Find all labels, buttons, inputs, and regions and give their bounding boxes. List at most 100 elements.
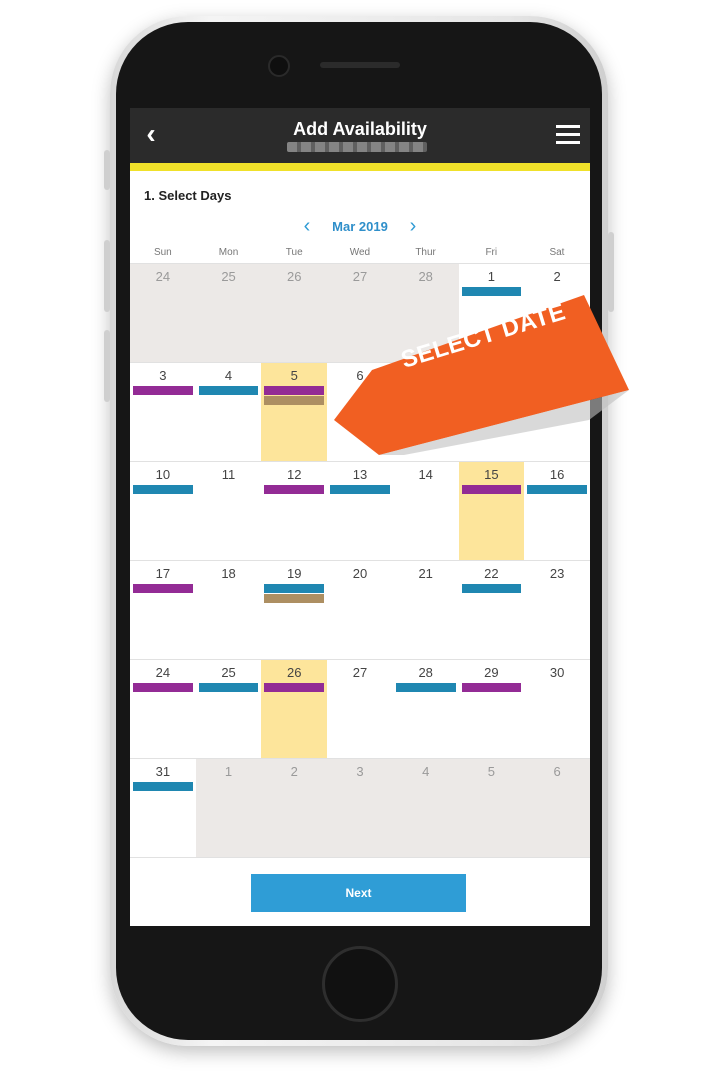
calendar-day-outside-month: 4	[392, 758, 459, 857]
page-title: Add Availability	[293, 119, 427, 139]
next-button[interactable]: Next	[251, 874, 466, 912]
day-number: 27	[352, 269, 368, 284]
day-number: 17	[155, 566, 171, 581]
calendar-day[interactable]: 17	[130, 560, 196, 659]
calendar-day-outside-month: 2	[261, 758, 328, 857]
day-number: 30	[549, 665, 565, 680]
day-number: 23	[549, 566, 565, 581]
day-number: 1	[487, 269, 496, 284]
month-navigation: ‹ Mar 2019 ›	[130, 216, 590, 238]
calendar-day[interactable]: 25	[195, 659, 262, 758]
day-number: 24	[155, 269, 171, 284]
hamburger-menu-icon[interactable]	[556, 125, 580, 145]
weekday-label: Sat	[549, 247, 565, 258]
availability-bar-blue	[264, 584, 325, 593]
day-number: 3	[356, 764, 364, 779]
weekday-label: Sun	[153, 247, 172, 258]
day-number: 24	[155, 665, 171, 680]
calendar-day-outside-month: 24	[130, 263, 196, 362]
step-title: 1. Select Days	[144, 188, 232, 203]
calendar-day[interactable]: 31	[130, 758, 196, 857]
day-number: 2	[290, 764, 298, 779]
app-header: ‹ Add Availability	[130, 108, 590, 163]
calendar-day[interactable]: 20	[327, 560, 393, 659]
blurred-subtitle	[287, 142, 427, 152]
front-camera	[268, 55, 290, 77]
availability-bar-blue	[133, 782, 193, 791]
day-number: 26	[287, 665, 302, 680]
day-number: 28	[418, 269, 433, 284]
calendar-day-outside-month: 6	[524, 758, 590, 857]
day-number: 21	[418, 566, 433, 581]
calendar-day[interactable]: 21	[392, 560, 459, 659]
day-number: 26	[287, 269, 302, 284]
calendar-day[interactable]: 18	[195, 560, 262, 659]
earpiece-speaker	[320, 62, 400, 68]
calendar-day-outside-month: 5	[458, 758, 525, 857]
calendar-day[interactable]: 11	[195, 461, 262, 560]
day-number: 25	[221, 665, 236, 680]
footer: Next	[130, 857, 590, 926]
weekday-label: Wed	[349, 247, 371, 258]
home-button[interactable]	[322, 946, 398, 1022]
day-number: 11	[221, 467, 236, 482]
availability-bar-purple	[461, 485, 522, 494]
availability-bar-blue	[461, 584, 522, 593]
calendar-day-selected[interactable]: 15	[458, 461, 525, 560]
availability-bar-blue	[133, 485, 193, 494]
month-label: Mar 2019	[332, 219, 388, 234]
day-number: 1	[224, 764, 233, 779]
weekday-label: Mon	[218, 247, 239, 258]
calendar-day[interactable]: 23	[524, 560, 590, 659]
calendar-day[interactable]: 19	[261, 560, 328, 659]
calendar-day[interactable]: 16	[524, 461, 590, 560]
calendar-day[interactable]: 4	[195, 362, 262, 461]
calendar-day[interactable]: 10	[130, 461, 196, 560]
calendar-day[interactable]: 30	[524, 659, 590, 758]
calendar-day[interactable]: 27	[327, 659, 393, 758]
availability-bar-purple	[264, 683, 325, 692]
day-number: 4	[422, 764, 430, 779]
header-accent-bar	[130, 163, 590, 171]
calendar-day[interactable]: 24	[130, 659, 196, 758]
availability-bar-tan	[264, 396, 325, 405]
day-number: 13	[352, 467, 368, 482]
day-number: 6	[553, 764, 561, 779]
calendar-day-outside-month: 3	[327, 758, 393, 857]
day-number: 28	[418, 665, 433, 680]
app-screen: ‹ Add Availability 1. Select Days ‹ Mar …	[130, 108, 590, 926]
availability-bar-purple	[461, 683, 522, 692]
select-date-callout	[334, 295, 629, 455]
day-number: 12	[287, 467, 302, 482]
day-number: 25	[221, 269, 236, 284]
availability-bar-blue	[395, 683, 456, 692]
day-number: 29	[484, 665, 499, 680]
day-number: 4	[224, 368, 233, 383]
day-number: 3	[159, 368, 167, 383]
availability-bar-purple	[264, 485, 325, 494]
day-number: 18	[221, 566, 236, 581]
day-number: 2	[553, 269, 561, 284]
calendar-day[interactable]: 3	[130, 362, 196, 461]
availability-bar-blue	[198, 683, 259, 692]
day-number: 15	[484, 467, 499, 482]
availability-bar-blue	[198, 386, 259, 395]
day-number: 22	[484, 566, 499, 581]
day-number: 31	[155, 764, 171, 779]
day-number: 10	[155, 467, 171, 482]
calendar-day-selected[interactable]: 5	[261, 362, 328, 461]
day-number: 14	[418, 467, 433, 482]
calendar-day[interactable]: 28	[392, 659, 459, 758]
calendar-day[interactable]: 14	[392, 461, 459, 560]
calendar-day[interactable]: 29	[458, 659, 525, 758]
day-number: 16	[549, 467, 565, 482]
chevron-right-icon[interactable]: ›	[403, 216, 423, 236]
calendar-day[interactable]: 22	[458, 560, 525, 659]
day-number: 20	[352, 566, 368, 581]
chevron-left-icon[interactable]: ‹	[297, 216, 317, 236]
calendar-day-selected[interactable]: 26	[261, 659, 328, 758]
availability-bar-purple	[264, 386, 325, 395]
calendar-day[interactable]: 12	[261, 461, 328, 560]
availability-bar-blue	[527, 485, 587, 494]
calendar-day[interactable]: 13	[327, 461, 393, 560]
